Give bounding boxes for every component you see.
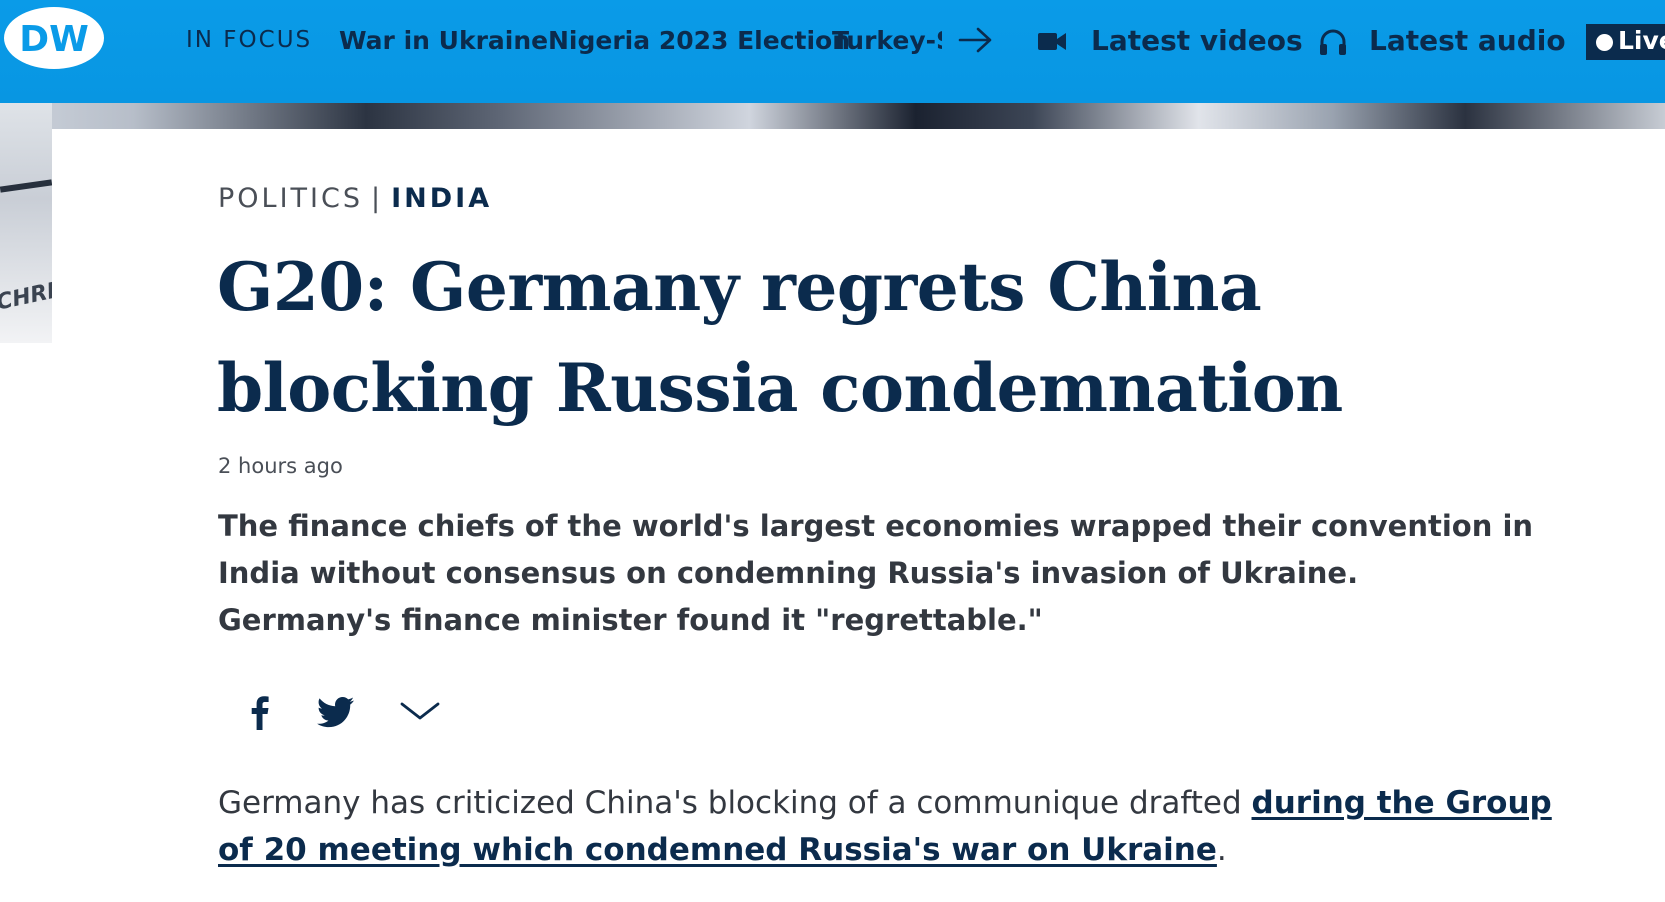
chevron-down-icon[interactable] [398,690,442,734]
latest-audio-link[interactable]: Latest audio [1369,24,1566,57]
article-timestamp: 2 hours ago [218,454,343,478]
hero-image-text: CHRIS [0,275,52,316]
svg-text:DW: DW [19,19,89,60]
nav-topic-nigeria-election[interactable]: Nigeria 2023 Election [548,26,850,55]
nav-topic-war-in-ukraine[interactable]: War in Ukraine [339,26,548,55]
live-label: Live [1618,26,1665,55]
dw-logo[interactable]: DW [0,4,108,72]
category-link[interactable]: POLITICS [218,183,363,214]
latest-videos-link[interactable]: Latest videos [1091,24,1303,57]
headphones-icon [1320,29,1346,55]
kicker-separator: | [371,183,384,214]
article-kicker: POLITICS | INDIA [218,183,492,214]
in-focus-label: IN FOCUS [186,27,313,53]
arrow-right-icon[interactable] [958,26,994,54]
article-teaser: The finance chiefs of the world's larges… [218,509,1534,637]
article-headline: G20: Germany regrets China blocking Russ… [217,248,1343,427]
twitter-icon[interactable] [314,690,358,734]
body-end-text: . [1216,832,1227,868]
video-camera-icon [1038,33,1066,50]
article-body-paragraph: Germany has criticized China's blocking … [218,780,1558,874]
hero-image [0,103,1665,129]
body-intro-text: Germany has criticized China's blocking … [218,785,1252,821]
nav-topic-turkey-syria[interactable]: Turkey-Sy [832,26,942,55]
facebook-icon[interactable] [238,690,282,734]
live-dot-icon [1596,34,1613,51]
region-link[interactable]: INDIA [391,183,492,214]
top-navigation-bar: DW IN FOCUS War in Ukraine Nigeria 2023 … [0,0,1665,103]
hero-image-left-edge: CHRIS [0,103,52,343]
live-button[interactable]: Live [1586,24,1665,60]
hero-image-stripe [0,179,52,193]
